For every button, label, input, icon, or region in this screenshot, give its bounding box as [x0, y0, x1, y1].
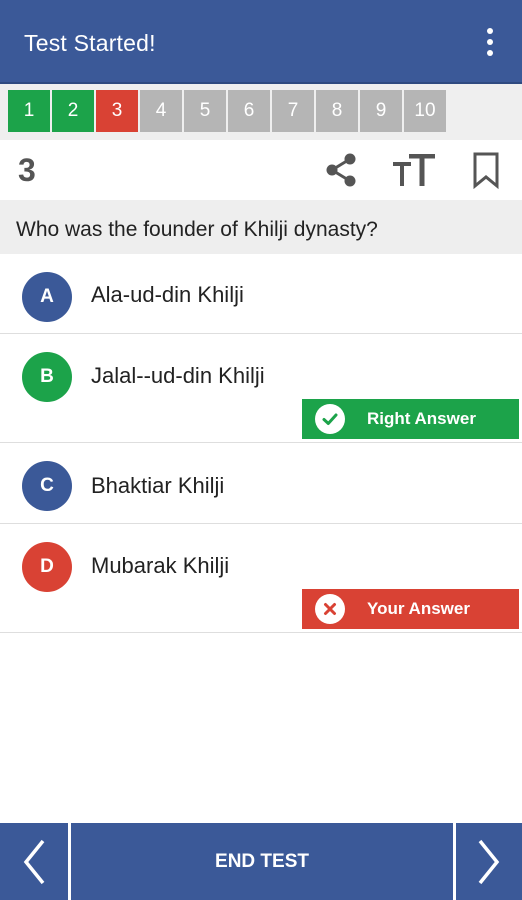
question-nav-3[interactable]: 3 [96, 90, 138, 132]
question-nav-4[interactable]: 4 [140, 90, 182, 132]
right-answer-label: Right Answer [367, 409, 476, 428]
question-nav-9[interactable]: 9 [360, 90, 402, 132]
end-test-button[interactable]: END TEST [71, 823, 453, 900]
more-vert-icon[interactable] [478, 24, 502, 60]
option-c-badge: C [22, 461, 72, 511]
share-icon[interactable] [321, 150, 361, 190]
question-header: 3 [0, 140, 522, 200]
option-d-text: Mubarak Khilji [91, 553, 230, 578]
option-a[interactable]: A Ala-ud-din Khilji [0, 254, 522, 334]
question-nav-10[interactable]: 10 [404, 90, 446, 132]
option-a-text: Ala-ud-din Khilji [91, 282, 244, 307]
chevron-left-icon[interactable] [0, 823, 68, 900]
question-nav-7[interactable]: 7 [272, 90, 314, 132]
question-text: Who was the founder of Khilji dynasty? [0, 200, 522, 254]
question-nav-2[interactable]: 2 [52, 90, 94, 132]
bottom-bar: END TEST [0, 823, 522, 900]
question-navigator: 1 2 3 4 5 6 7 8 9 10 [0, 84, 522, 140]
your-answer-tag: Your Answer [302, 589, 519, 629]
chevron-right-icon[interactable] [456, 823, 522, 900]
option-d[interactable]: D Mubarak Khilji Your Answer [0, 524, 522, 633]
text-size-icon[interactable] [391, 150, 437, 190]
close-circle-icon [315, 594, 345, 624]
option-c-text: Bhaktiar Khilji [91, 473, 225, 498]
question-nav-5[interactable]: 5 [184, 90, 226, 132]
check-circle-icon [315, 404, 345, 434]
question-index: 3 [18, 152, 36, 188]
option-b-text: Jalal--ud-din Khilji [91, 363, 265, 388]
question-nav-6[interactable]: 6 [228, 90, 270, 132]
question-nav-8[interactable]: 8 [316, 90, 358, 132]
option-b-badge: B [22, 352, 72, 402]
question-nav-1[interactable]: 1 [8, 90, 50, 132]
your-answer-label: Your Answer [367, 599, 470, 618]
option-d-badge: D [22, 542, 72, 592]
app-bar: Test Started! [0, 0, 522, 84]
right-answer-tag: Right Answer [302, 399, 519, 439]
option-a-badge: A [22, 272, 72, 322]
app-title: Test Started! [24, 30, 156, 56]
option-c[interactable]: C Bhaktiar Khilji [0, 443, 522, 524]
bookmark-icon[interactable] [466, 150, 506, 190]
option-b[interactable]: B Jalal--ud-din Khilji Right Answer [0, 334, 522, 443]
